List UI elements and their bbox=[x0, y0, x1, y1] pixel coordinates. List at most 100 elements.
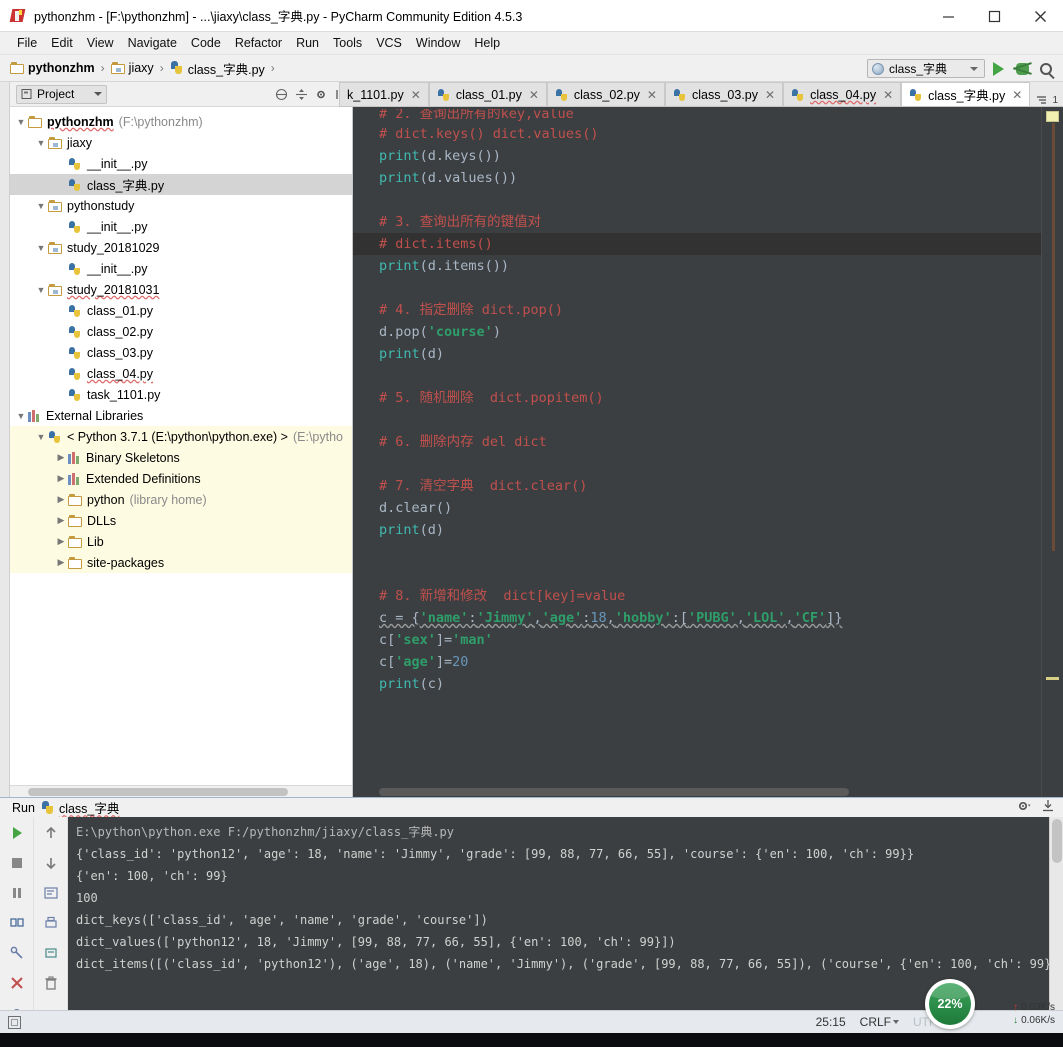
trash-icon[interactable] bbox=[41, 973, 61, 993]
close-icon[interactable]: ✕ bbox=[1012, 88, 1022, 102]
tree-item[interactable]: < Python 3.7.1 (E:\python\python.exe) > (… bbox=[10, 426, 352, 447]
run-button[interactable] bbox=[987, 58, 1009, 80]
menu-refactor[interactable]: Refactor bbox=[228, 34, 289, 52]
tree-item[interactable]: DLLs bbox=[10, 510, 352, 531]
scrollbar-thumb[interactable] bbox=[28, 788, 288, 796]
expand-all-icon[interactable] bbox=[294, 87, 308, 101]
network-speed-widget[interactable]: 22% bbox=[925, 979, 975, 1029]
menu-window[interactable]: Window bbox=[409, 34, 467, 52]
menu-run[interactable]: Run bbox=[289, 34, 326, 52]
tree-toggle-icon[interactable] bbox=[54, 473, 68, 484]
search-button[interactable] bbox=[1035, 58, 1057, 80]
tree-item[interactable]: Extended Definitions bbox=[10, 468, 352, 489]
editor-tab[interactable]: class_01.py ✕ bbox=[428, 82, 547, 106]
editor-marker-bar[interactable] bbox=[1041, 107, 1063, 797]
close-icon[interactable]: ✕ bbox=[765, 88, 775, 102]
console-output[interactable]: E:\python\python.exe F:/pythonzhm/jiaxy/… bbox=[68, 817, 1063, 1023]
print-icon[interactable] bbox=[41, 913, 61, 933]
tree-toggle-icon[interactable] bbox=[54, 494, 68, 505]
tree-toggle-icon[interactable] bbox=[54, 557, 68, 568]
scrollbar-thumb[interactable] bbox=[1052, 819, 1062, 863]
pin-icon[interactable] bbox=[7, 943, 27, 963]
breadcrumb-item-jiaxy[interactable]: jiaxy bbox=[110, 61, 154, 75]
editor-tab[interactable]: class_03.py ✕ bbox=[664, 82, 784, 106]
close-icon[interactable]: ✕ bbox=[411, 88, 421, 102]
debug-button[interactable] bbox=[1011, 58, 1033, 80]
tree-item[interactable]: class_02.py bbox=[10, 321, 352, 342]
breadcrumb-item-project[interactable]: pythonzhm bbox=[10, 61, 95, 75]
tree-item[interactable]: site-packages bbox=[10, 552, 352, 573]
tree-toggle-icon[interactable] bbox=[54, 515, 68, 526]
code-editor[interactable]: # 2. 查询出所有的key,value # dict.keys() dict.v… bbox=[353, 107, 1063, 797]
tree-toggle-icon[interactable] bbox=[34, 432, 48, 442]
pause-icon[interactable] bbox=[7, 883, 27, 903]
tree-toggle-icon[interactable] bbox=[14, 117, 28, 127]
menu-code[interactable]: Code bbox=[184, 34, 228, 52]
menu-tools[interactable]: Tools bbox=[326, 34, 369, 52]
tree-item[interactable]: Binary Skeletons bbox=[10, 447, 352, 468]
marker-scrollbar-thumb[interactable] bbox=[1052, 123, 1055, 551]
editor-tab[interactable]: k_1101.py ✕ bbox=[339, 82, 429, 106]
tree-item[interactable]: __init__.py bbox=[10, 258, 352, 279]
tree-item[interactable]: __init__.py bbox=[10, 153, 352, 174]
menu-vcs[interactable]: VCS bbox=[369, 34, 409, 52]
editor-tab-overflow[interactable]: 1 bbox=[1031, 94, 1063, 106]
menu-view[interactable]: View bbox=[80, 34, 121, 52]
project-tree[interactable]: pythonzhm(F:\pythonzhm)jiaxy__init__.pyc… bbox=[10, 107, 352, 785]
tree-item[interactable]: class_03.py bbox=[10, 342, 352, 363]
tree-toggle-icon[interactable] bbox=[34, 138, 48, 148]
toggle-toolbars-icon[interactable] bbox=[8, 1015, 21, 1029]
rerun-icon[interactable] bbox=[7, 823, 27, 843]
tree-item[interactable]: study_20181031 bbox=[10, 279, 352, 300]
soft-wrap-icon[interactable] bbox=[41, 883, 61, 903]
tree-toggle-icon[interactable] bbox=[54, 536, 68, 547]
tree-toggle-icon[interactable] bbox=[54, 452, 68, 463]
editor-horizontal-scrollbar[interactable] bbox=[379, 786, 1041, 797]
scroll-down-icon[interactable] bbox=[41, 853, 61, 873]
run-tab[interactable]: class_字典 bbox=[41, 798, 119, 817]
line-separator[interactable]: CRLF bbox=[860, 1015, 899, 1029]
tree-toggle-icon[interactable] bbox=[34, 285, 48, 295]
tree-toggle-icon[interactable] bbox=[14, 411, 28, 421]
scrollbar-thumb[interactable] bbox=[379, 788, 849, 796]
caret-position[interactable]: 25:15 bbox=[816, 1015, 846, 1029]
menu-file[interactable]: File bbox=[10, 34, 44, 52]
minimize-button[interactable] bbox=[925, 0, 971, 32]
tree-item[interactable]: task_1101.py bbox=[10, 384, 352, 405]
tree-item[interactable]: class_04.py bbox=[10, 363, 352, 384]
tree-toggle-icon[interactable] bbox=[34, 243, 48, 253]
stop-icon[interactable] bbox=[7, 853, 27, 873]
menu-edit[interactable]: Edit bbox=[44, 34, 80, 52]
editor-code[interactable]: # 2. 查询出所有的key,value # dict.keys() dict.v… bbox=[353, 107, 1063, 797]
tree-item[interactable]: pythonzhm (F:\pythonzhm) bbox=[10, 111, 352, 132]
menu-navigate[interactable]: Navigate bbox=[121, 34, 184, 52]
tree-item[interactable]: __init__.py bbox=[10, 216, 352, 237]
editor-tab[interactable]: class_字典.py ✕ bbox=[901, 82, 1031, 106]
close-icon[interactable]: ✕ bbox=[529, 88, 539, 102]
project-horizontal-scrollbar[interactable] bbox=[10, 785, 352, 797]
tree-item[interactable]: jiaxy bbox=[10, 132, 352, 153]
run-configuration-selector[interactable]: class_字典 bbox=[867, 59, 985, 78]
scroll-up-icon[interactable] bbox=[41, 823, 61, 843]
tree-toggle-icon[interactable] bbox=[34, 201, 48, 211]
collapse-all-icon[interactable] bbox=[274, 87, 288, 101]
close-icon[interactable]: ✕ bbox=[647, 88, 657, 102]
settings-icon[interactable] bbox=[314, 87, 328, 101]
project-tab[interactable]: Project bbox=[16, 84, 108, 104]
tree-item[interactable]: pythonstudy bbox=[10, 195, 352, 216]
tree-item[interactable]: Lib bbox=[10, 531, 352, 552]
console-vertical-scrollbar[interactable] bbox=[1049, 817, 1063, 1023]
tree-item[interactable]: class_字典.py bbox=[10, 174, 352, 195]
close-icon[interactable]: ✕ bbox=[883, 88, 893, 102]
tree-item[interactable]: study_20181029 bbox=[10, 237, 352, 258]
editor-tab[interactable]: class_04.py ✕ bbox=[783, 82, 902, 106]
tree-item[interactable]: class_01.py bbox=[10, 300, 352, 321]
tree-item[interactable]: python (library home) bbox=[10, 489, 352, 510]
print2-icon[interactable] bbox=[41, 943, 61, 963]
breadcrumb-item-file[interactable]: class_字典.py bbox=[170, 59, 265, 78]
tree-item[interactable]: External Libraries bbox=[10, 405, 352, 426]
menu-help[interactable]: Help bbox=[467, 34, 507, 52]
minimize-icon[interactable] bbox=[1041, 799, 1055, 816]
layout-icon[interactable] bbox=[7, 913, 27, 933]
maximize-button[interactable] bbox=[971, 0, 1017, 32]
